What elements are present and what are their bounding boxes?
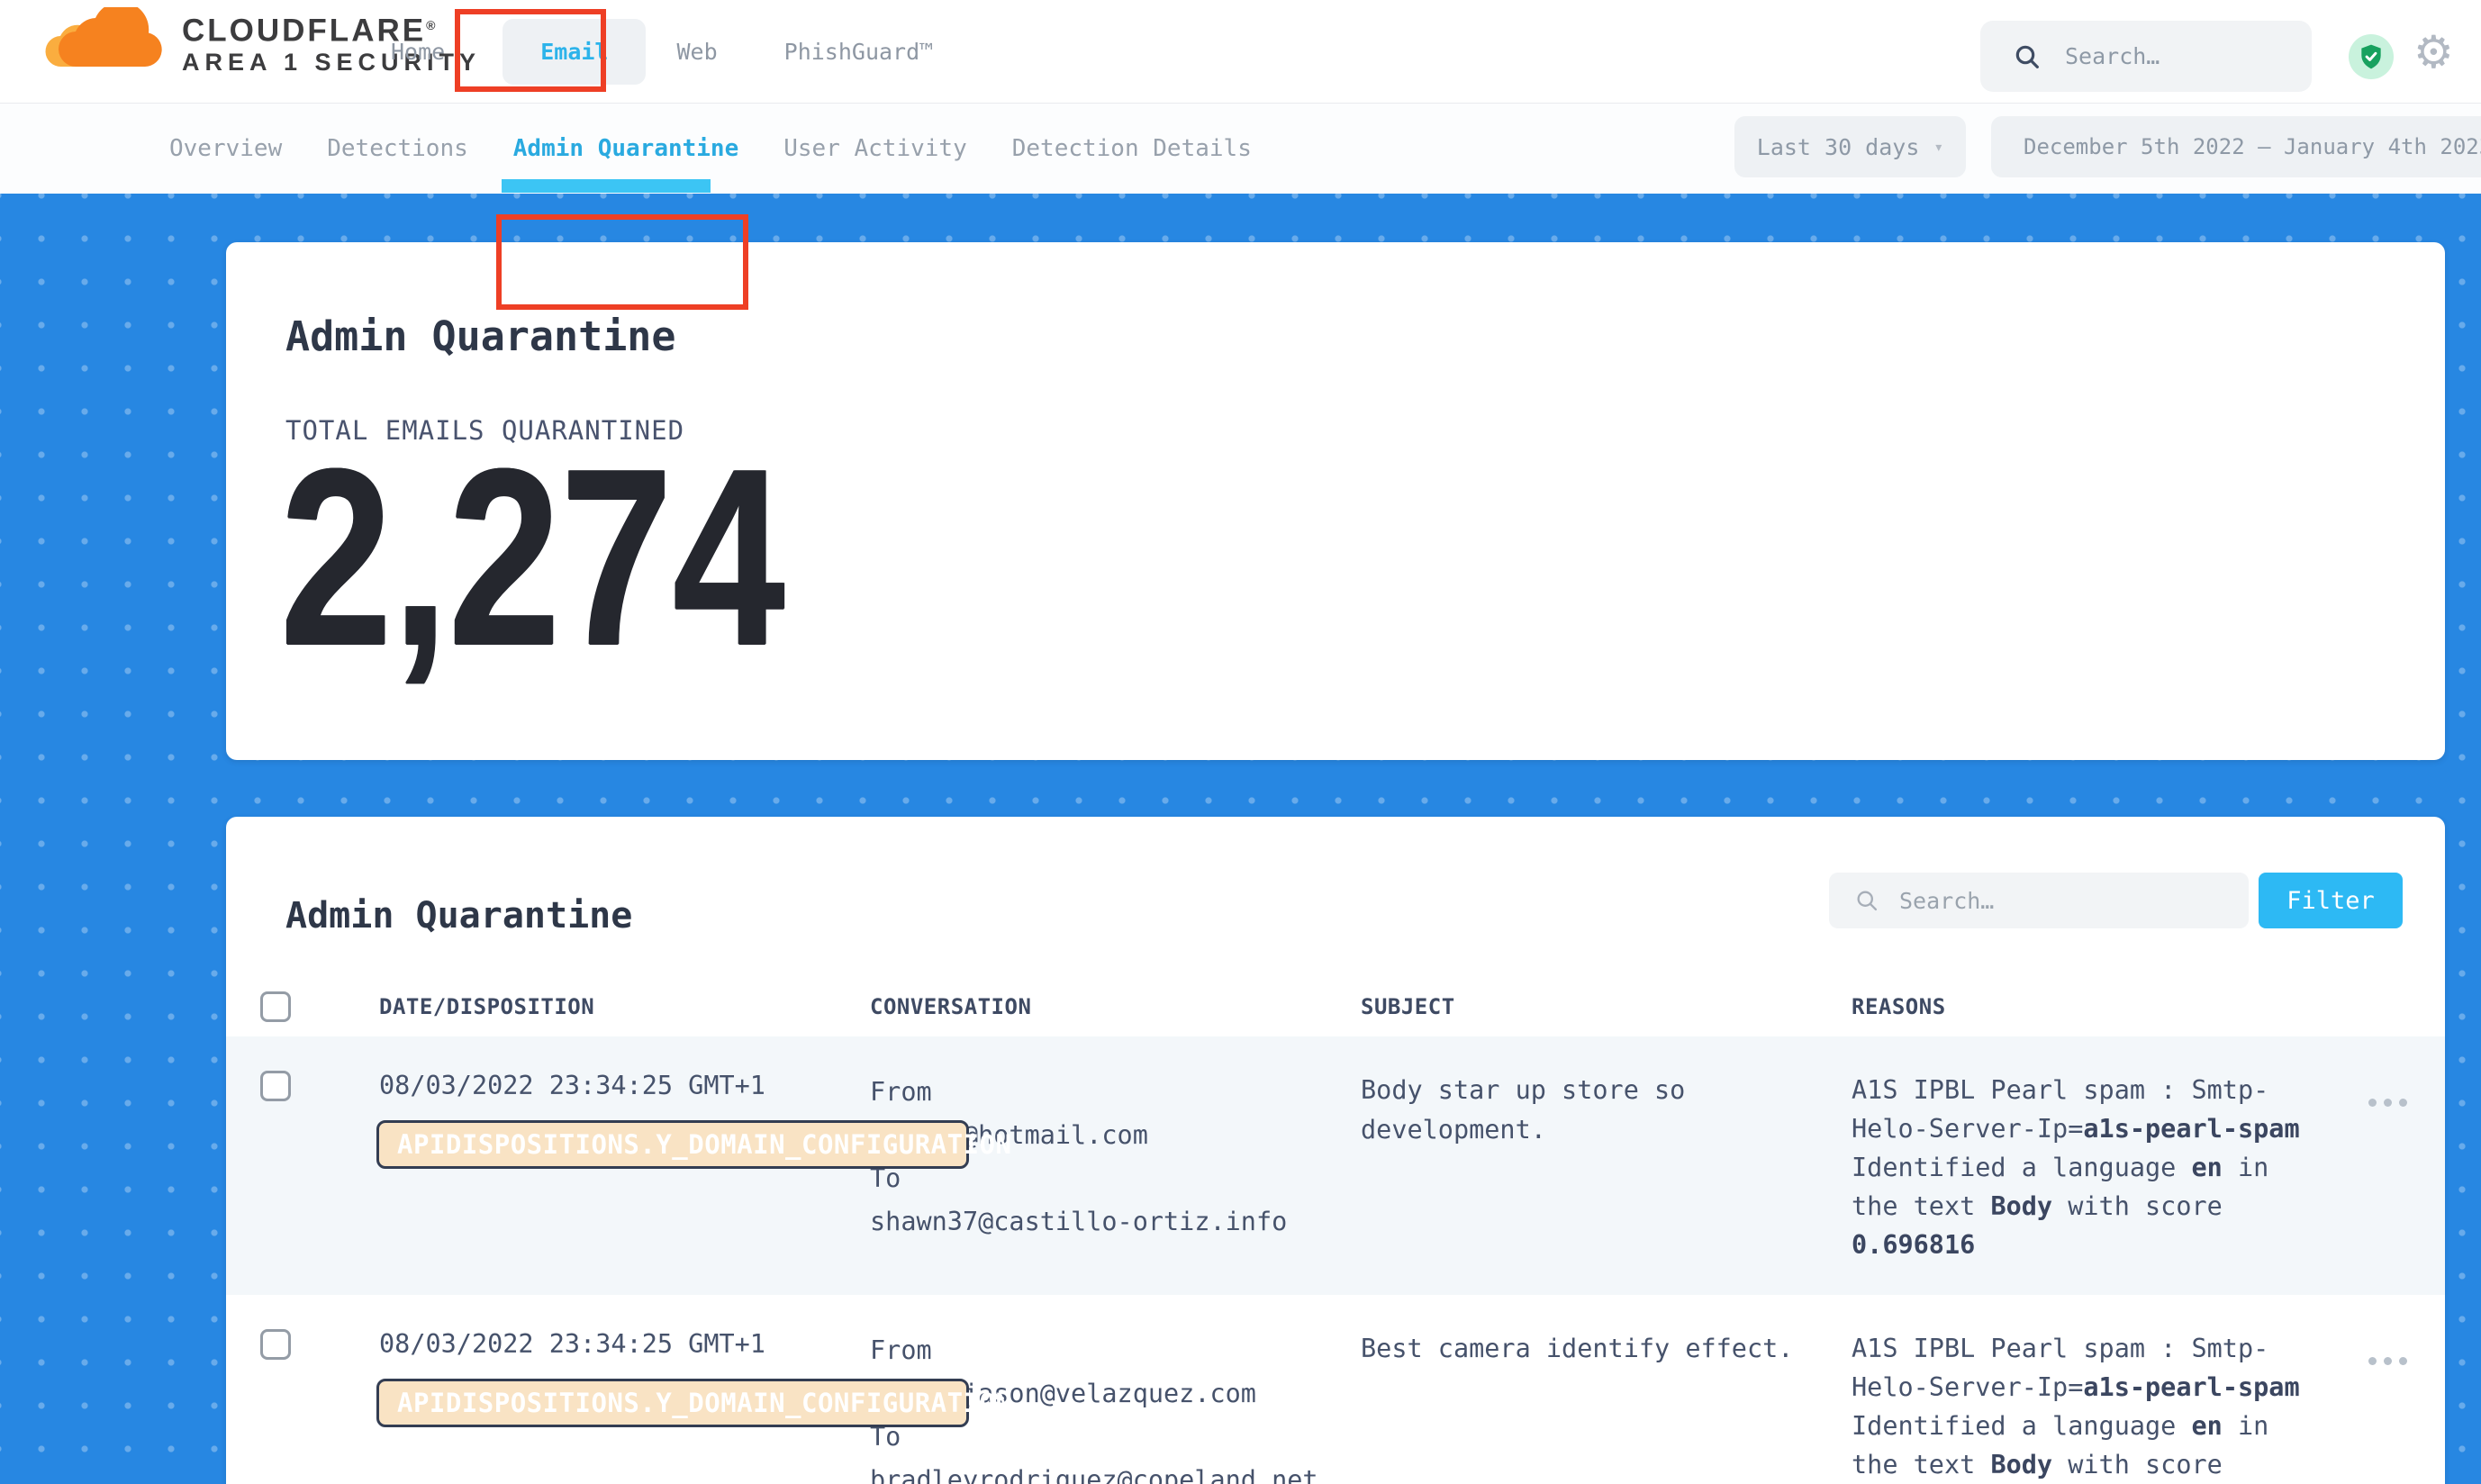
global-search-input[interactable]: Search…	[1980, 21, 2312, 92]
search-placeholder: Search…	[2065, 43, 2160, 69]
ellipsis-icon	[2368, 1099, 2377, 1107]
metric-value: 2,274	[280, 431, 785, 683]
subject-cell: Best camera identify effect.	[1361, 1329, 1811, 1484]
date-range-value: December 5th 2022 — January 4th 2023	[2024, 134, 2481, 159]
row-date: 08/03/2022 23:34:25 GMT+1	[379, 1329, 765, 1359]
column-header-reasons: REASONS	[1852, 994, 2315, 1019]
to-address[interactable]: shawn37@castillo-ortiz.info	[870, 1200, 1361, 1244]
nav-item-home[interactable]: Home	[387, 39, 448, 65]
disposition-badge[interactable]: APIDISPOSITIONS.Y_DOMAIN_CONFIGURATION	[376, 1120, 969, 1169]
nav-item-web[interactable]: Web	[673, 39, 720, 65]
row-checkbox[interactable]	[260, 1329, 291, 1360]
to-address[interactable]: bradleyrodriguez@copeland.net	[870, 1459, 1361, 1484]
table-header-row: DATE/DISPOSITION CONVERSATION SUBJECT RE…	[226, 977, 2445, 1036]
search-placeholder: Search…	[1899, 888, 1994, 914]
cloudflare-cloud-icon	[34, 7, 169, 79]
search-icon	[1854, 888, 1879, 913]
summary-card-title: Admin Quarantine	[285, 312, 675, 360]
chevron-down-icon: ▾	[1933, 138, 1943, 157]
reason-segment: a1s-pearl-spam	[2083, 1114, 2299, 1144]
time-range-dropdown[interactable]: Last 30 days ▾	[1734, 116, 1966, 177]
row-checkbox[interactable]	[260, 1071, 291, 1101]
reasons-cell: A1S IPBL Pearl spam : Smtp-Helo-Server-I…	[1852, 1071, 2315, 1264]
email-sub-nav: Overview Detections Admin Quarantine Use…	[0, 104, 2481, 194]
tab-detection-details[interactable]: Detection Details	[1012, 135, 1252, 162]
select-all-checkbox[interactable]	[260, 991, 291, 1022]
quarantine-table: DATE/DISPOSITION CONVERSATION SUBJECT RE…	[226, 977, 2445, 1484]
row-date: 08/03/2022 23:34:25 GMT+1	[379, 1071, 765, 1100]
date-cell: 08/03/2022 23:34:25 GMT+1 APIDISPOSITION…	[379, 1329, 870, 1484]
table-row: 08/03/2022 23:34:25 GMT+1 APIDISPOSITION…	[226, 1036, 2445, 1295]
reason-segment: a1s-pearl-spam	[2083, 1372, 2299, 1402]
tab-user-activity[interactable]: User Activity	[783, 135, 967, 162]
quarantine-table-card: Admin Quarantine Search… Filter DATE/DIS…	[226, 817, 2445, 1484]
settings-gear-icon[interactable]: ⚙	[2413, 25, 2454, 79]
column-header-date: DATE/DISPOSITION	[379, 994, 870, 1019]
column-header-subject: SUBJECT	[1361, 994, 1852, 1019]
reason-segment: with score	[2052, 1450, 2223, 1479]
table-search-input[interactable]: Search…	[1829, 873, 2249, 928]
date-cell: 08/03/2022 23:34:25 GMT+1 APIDISPOSITION…	[379, 1071, 870, 1264]
tab-overview[interactable]: Overview	[169, 135, 282, 162]
from-label: From	[870, 1329, 1361, 1372]
row-actions-menu[interactable]	[2365, 1071, 2445, 1264]
disposition-badge[interactable]: APIDISPOSITIONS.Y_DOMAIN_CONFIGURATION	[376, 1379, 969, 1427]
date-range-field[interactable]: December 5th 2022 — January 4th 2023	[1991, 116, 2481, 177]
reason-segment: with score	[2052, 1191, 2223, 1221]
reason-segment: Identified a language	[1852, 1153, 2192, 1182]
row-actions-menu[interactable]	[2365, 1329, 2445, 1484]
table-card-title: Admin Quarantine	[285, 895, 632, 937]
ellipsis-icon	[2368, 1357, 2377, 1365]
nav-item-phishguard[interactable]: PhishGuard™	[781, 39, 937, 65]
tab-admin-quarantine[interactable]: Admin Quarantine	[513, 135, 738, 162]
summary-card: Admin Quarantine TOTAL EMAILS QUARANTINE…	[226, 242, 2445, 760]
reason-segment: 0.696816	[1852, 1230, 1975, 1260]
table-row: 08/03/2022 23:34:25 GMT+1 APIDISPOSITION…	[226, 1295, 2445, 1484]
page-background: Admin Quarantine TOTAL EMAILS QUARANTINE…	[0, 194, 2481, 1484]
from-label: From	[870, 1071, 1361, 1114]
search-icon	[2013, 42, 2042, 71]
reason-segment: Body	[1990, 1450, 2052, 1479]
subject-cell: Body star up store so development.	[1361, 1071, 1811, 1264]
active-tab-underline	[502, 179, 711, 193]
table-body: 08/03/2022 23:34:25 GMT+1 APIDISPOSITION…	[226, 1036, 2445, 1484]
tab-detections[interactable]: Detections	[327, 135, 468, 162]
reason-segment: en	[2192, 1411, 2223, 1441]
account-protection-badge[interactable]	[2349, 34, 2394, 79]
reason-segment: en	[2192, 1153, 2223, 1182]
nav-item-email[interactable]: Email	[503, 19, 646, 85]
time-range-label: Last 30 days	[1757, 134, 1920, 160]
column-header-conversation: CONVERSATION	[870, 994, 1361, 1019]
reason-segment: Identified a language	[1852, 1411, 2192, 1441]
top-nav: CLOUDFLARE® AREA 1 SECURITY Home Email W…	[0, 0, 2481, 104]
shield-check-icon	[2357, 42, 2386, 71]
reasons-cell: A1S IPBL Pearl spam : Smtp-Helo-Server-I…	[1852, 1329, 2315, 1484]
filter-button[interactable]: Filter	[2259, 873, 2403, 928]
primary-nav: Home Email Web PhishGuard™	[387, 0, 965, 104]
reason-segment: Body	[1990, 1191, 2052, 1221]
